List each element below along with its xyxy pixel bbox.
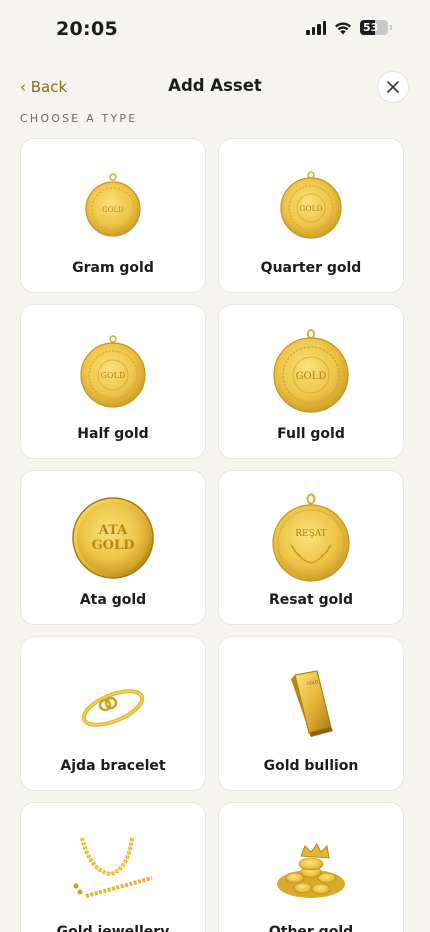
coin-engraving: REŞAT	[295, 529, 327, 539]
coin-engraving: GOLD	[101, 371, 126, 380]
gram-gold-coin-icon: GOLD	[21, 161, 205, 251]
section-label: CHOOSE A TYPE	[20, 112, 138, 125]
wifi-icon	[335, 21, 351, 34]
resat-gold-coin-icon: REŞAT	[219, 493, 403, 583]
asset-card-gram-gold[interactable]: GOLD Gram gold	[20, 138, 206, 293]
asset-type-grid: GOLD Gram gold GOLD Quarter gold GOLD Ha…	[20, 138, 404, 932]
status-time: 20:05	[56, 18, 118, 40]
asset-card-half-gold[interactable]: GOLD Half gold	[20, 304, 206, 459]
asset-card-label: Half gold	[77, 426, 149, 442]
gold-bar-icon: GOLD	[219, 659, 403, 749]
asset-card-label: Other gold	[268, 924, 354, 932]
asset-card-label: Full gold	[277, 426, 345, 442]
half-gold-coin-icon: GOLD	[21, 327, 205, 417]
coin-engraving: ATA	[98, 523, 128, 538]
coin-engraving: GOLD	[299, 204, 322, 213]
asset-card-gold-jewellery[interactable]: Gold jewellery	[20, 802, 206, 932]
asset-card-ata-gold[interactable]: ATA GOLD Ata gold	[20, 470, 206, 625]
close-icon	[387, 81, 399, 93]
coin-engraving: GOLD	[296, 371, 327, 382]
status-bar: 20:05 53	[0, 0, 430, 56]
asset-card-full-gold[interactable]: GOLD Full gold	[218, 304, 404, 459]
close-button[interactable]	[377, 71, 409, 103]
asset-card-resat-gold[interactable]: REŞAT Resat gold	[218, 470, 404, 625]
asset-card-label: Quarter gold	[260, 260, 362, 276]
asset-card-label: Resat gold	[268, 592, 354, 608]
status-icons: 53	[306, 20, 392, 35]
full-gold-coin-icon: GOLD	[219, 327, 403, 417]
coin-engraving: GOLD	[92, 538, 135, 553]
battery-level: 53	[363, 21, 379, 34]
asset-card-ajda-bracelet[interactable]: Ajda bracelet	[20, 636, 206, 791]
ata-gold-coin-icon: ATA GOLD	[21, 493, 205, 583]
asset-card-label: Gold jewellery	[56, 924, 170, 932]
asset-card-quarter-gold[interactable]: GOLD Quarter gold	[218, 138, 404, 293]
asset-card-label: Ata gold	[79, 592, 147, 608]
header: ‹ Back Add Asset	[0, 68, 430, 108]
page-title: Add Asset	[168, 76, 262, 95]
quarter-gold-coin-icon: GOLD	[219, 161, 403, 251]
asset-card-label: Gram gold	[72, 260, 154, 276]
asset-card-label: Gold bullion	[263, 758, 359, 774]
asset-card-other-gold[interactable]: Other gold	[218, 802, 404, 932]
gold-pile-icon	[219, 825, 403, 915]
jewellery-icon	[21, 825, 205, 915]
asset-card-label: Ajda bracelet	[60, 758, 166, 774]
battery-icon: 53	[360, 20, 388, 35]
asset-card-gold-bullion[interactable]: GOLD Gold bullion	[218, 636, 404, 791]
bracelet-icon	[21, 659, 205, 749]
signal-icon	[306, 20, 326, 35]
coin-engraving: GOLD	[102, 206, 124, 214]
